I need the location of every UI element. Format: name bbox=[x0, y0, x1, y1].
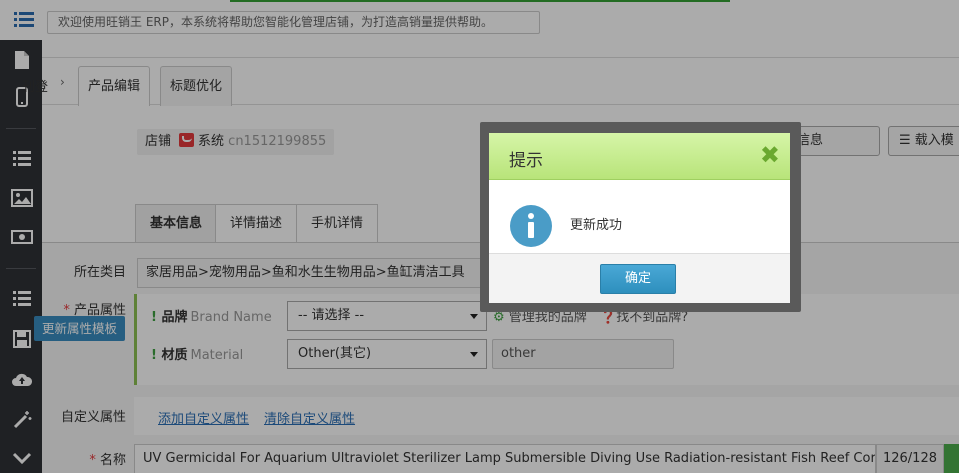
dialog-message: 更新成功 bbox=[570, 218, 623, 233]
dialog-footer: 确定 bbox=[489, 253, 790, 303]
dialog-title: 提示 bbox=[509, 151, 543, 171]
dialog-header: 提示 ✖ bbox=[489, 133, 790, 180]
close-icon[interactable]: ✖ bbox=[760, 142, 780, 168]
ok-button[interactable]: 确定 bbox=[600, 264, 676, 294]
info-icon bbox=[510, 205, 552, 247]
alert-dialog: 提示 ✖ 更新成功 确定 bbox=[489, 133, 790, 303]
